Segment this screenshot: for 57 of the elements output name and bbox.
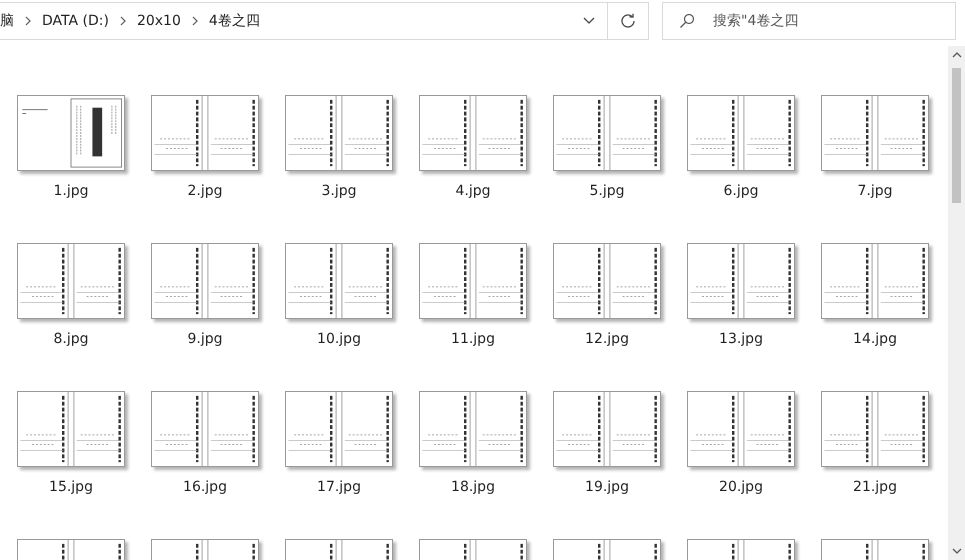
document-thumbnail[interactable] <box>285 243 393 319</box>
chevron-right-icon[interactable] <box>190 16 199 26</box>
document-thumbnail[interactable] <box>17 391 125 467</box>
document-thumbnail[interactable] <box>553 243 661 319</box>
file-name: 15.jpg <box>48 479 94 495</box>
document-thumbnail[interactable] <box>687 243 795 319</box>
file-name: 21.jpg <box>852 479 898 495</box>
file-name: 9.jpg <box>186 331 224 347</box>
file-name: 3.jpg <box>320 183 358 199</box>
refresh-button[interactable] <box>608 2 649 40</box>
file-name: 16.jpg <box>182 479 228 495</box>
file-name: 20.jpg <box>718 479 764 495</box>
document-thumbnail[interactable] <box>821 391 929 467</box>
file-name: 10.jpg <box>316 331 362 347</box>
chevron-right-icon[interactable] <box>24 16 32 26</box>
chevron-right-icon[interactable] <box>118 16 127 26</box>
document-thumbnail[interactable] <box>419 95 527 171</box>
file-name: 2.jpg <box>186 183 224 199</box>
address-bar[interactable]: 脑 DATA (D:) 20x10 4卷之四 <box>0 2 608 40</box>
document-thumbnail[interactable] <box>821 95 929 171</box>
document-thumbnail[interactable] <box>687 95 795 171</box>
file-name: 7.jpg <box>856 183 894 199</box>
breadcrumb-item[interactable]: 4卷之四 <box>208 12 260 30</box>
file-name: 12.jpg <box>584 331 630 347</box>
refresh-icon[interactable] <box>620 13 636 29</box>
document-thumbnail[interactable] <box>419 243 527 319</box>
file-name: 6.jpg <box>722 183 760 199</box>
search-field[interactable]: 搜索"4卷之四 <box>662 2 956 40</box>
document-thumbnail[interactable] <box>553 391 661 467</box>
file-name: 13.jpg <box>718 331 764 347</box>
breadcrumb-item[interactable]: DATA (D:) <box>42 13 109 29</box>
file-name: 17.jpg <box>316 479 362 495</box>
dropdown-chevron-icon[interactable] <box>583 17 595 25</box>
file-name: 8.jpg <box>52 331 90 347</box>
document-thumbnail[interactable] <box>17 95 125 171</box>
document-thumbnail[interactable] <box>687 391 795 467</box>
document-thumbnail[interactable] <box>151 391 259 467</box>
scrollbar-thumb[interactable] <box>952 68 961 203</box>
file-name: 14.jpg <box>852 331 898 347</box>
file-name: 19.jpg <box>584 479 630 495</box>
file-name: 5.jpg <box>588 183 626 199</box>
breadcrumb-item[interactable]: 脑 <box>0 12 14 30</box>
document-thumbnail[interactable] <box>821 243 929 319</box>
file-name: 11.jpg <box>450 331 496 347</box>
file-name: 18.jpg <box>450 479 496 495</box>
document-thumbnail[interactable] <box>151 243 259 319</box>
document-thumbnail[interactable] <box>17 243 125 319</box>
document-thumbnail[interactable] <box>553 95 661 171</box>
breadcrumb-item[interactable]: 20x10 <box>136 13 181 29</box>
document-thumbnail[interactable] <box>285 391 393 467</box>
vertical-scrollbar[interactable] <box>948 46 965 560</box>
document-thumbnail[interactable] <box>419 391 527 467</box>
search-icon <box>679 13 695 29</box>
document-thumbnail[interactable] <box>285 95 393 171</box>
document-thumbnail[interactable] <box>151 95 259 171</box>
file-name: 4.jpg <box>454 183 492 199</box>
file-name: 1.jpg <box>52 183 90 199</box>
